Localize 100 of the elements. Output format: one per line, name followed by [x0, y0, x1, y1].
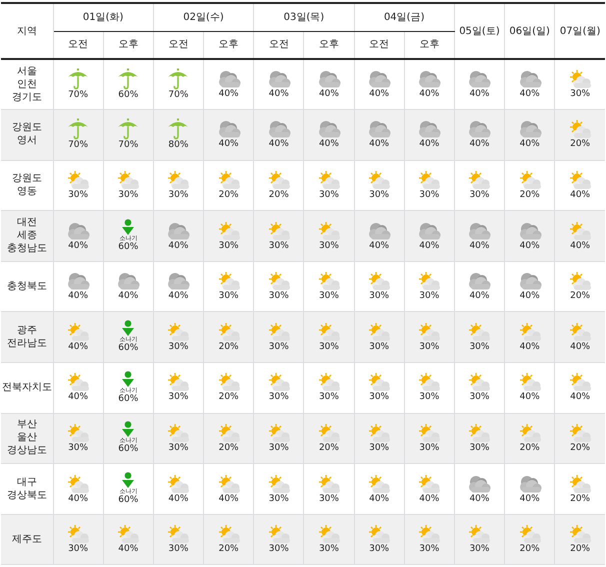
- sun-cloud-icon: [115, 170, 142, 190]
- precipitation-chance: 40%: [168, 291, 188, 302]
- precipitation-chance: 20%: [268, 190, 289, 201]
- precipitation-chance: 30%: [68, 544, 88, 556]
- precipitation-chance: 20%: [520, 544, 540, 556]
- cloud-icon: [65, 220, 92, 241]
- cloud-icon: [416, 69, 442, 90]
- precipitation-chance: 30%: [469, 190, 490, 201]
- sun-cloud-icon: [366, 372, 392, 392]
- precipitation-chance: 30%: [168, 544, 188, 556]
- cloud-icon: [165, 220, 192, 241]
- region-label: 강원도 영동: [12, 172, 42, 198]
- sun-cloud-icon: [567, 170, 594, 190]
- precipitation-chance: 40%: [570, 240, 590, 252]
- precipitation-chance: 40%: [218, 494, 239, 505]
- precipitation-chance: 30%: [369, 190, 390, 201]
- sun-cloud-icon: [567, 69, 594, 90]
- precipitation-chance: 70%: [168, 90, 188, 102]
- precipitation-chance: 30%: [68, 190, 88, 201]
- precipitation-chance: 30%: [419, 392, 440, 404]
- cloud-icon: [65, 271, 92, 292]
- sun-cloud-icon: [366, 422, 392, 443]
- cloud-icon: [466, 271, 492, 292]
- column-header: 오후: [419, 39, 440, 50]
- column-header: 01일(화): [82, 12, 124, 23]
- precipitation-chance: 20%: [570, 494, 590, 505]
- precipitation-chance: 30%: [369, 342, 390, 353]
- precipitation-chance: 30%: [419, 190, 440, 201]
- precipitation-chance: 20%: [570, 291, 590, 302]
- precipitation-chance: 20%: [218, 544, 239, 556]
- region-label: 광주 전라남도: [6, 324, 47, 350]
- precipitation-chance: 20%: [218, 442, 239, 454]
- precipitation-chance: 30%: [318, 240, 339, 252]
- sun-cloud-icon: [416, 372, 442, 392]
- precipitation-chance: 30%: [369, 544, 390, 556]
- precipitation-chance: 30%: [419, 291, 440, 302]
- sun-cloud-icon: [416, 422, 442, 443]
- precipitation-chance: 30%: [469, 342, 490, 353]
- column-header: 03일(목): [284, 12, 324, 23]
- precipitation-chance: 60%: [118, 242, 138, 254]
- precipitation-chance: 20%: [218, 392, 239, 404]
- precipitation-chance: 40%: [520, 291, 540, 302]
- precipitation-chance: 40%: [419, 494, 440, 505]
- precipitation-chance: 60%: [118, 343, 138, 354]
- precipitation-chance: 30%: [268, 392, 289, 404]
- precipitation-chance: 40%: [68, 240, 88, 252]
- drop-arrow-icon: [121, 472, 136, 488]
- sun-cloud-icon: [567, 422, 594, 443]
- cloud-icon: [466, 119, 492, 140]
- precipitation-chance: 20%: [218, 190, 239, 201]
- column-header: 04일(금): [384, 12, 424, 23]
- sun-cloud-icon: [65, 322, 92, 342]
- precipitation-chance: 30%: [268, 240, 289, 252]
- sun-cloud-icon: [165, 524, 192, 544]
- sun-cloud-icon: [567, 271, 594, 292]
- cloud-icon: [466, 474, 492, 494]
- precipitation-chance: 20%: [318, 442, 339, 454]
- precipitation-chance: 30%: [318, 291, 339, 302]
- drop-arrow-icon: [121, 219, 136, 236]
- sun-cloud-icon: [165, 372, 192, 392]
- column-header: 오후: [118, 39, 138, 50]
- column-header: 오전: [369, 39, 390, 50]
- precipitation-chance: 30%: [268, 494, 289, 505]
- sun-cloud-icon: [567, 322, 594, 342]
- region-label: 강원도 영서: [12, 121, 42, 148]
- precipitation-chance: 30%: [469, 392, 490, 404]
- drop-arrow-icon: [121, 320, 136, 336]
- precipitation-chance: 80%: [168, 140, 188, 152]
- sun-cloud-icon: [567, 119, 594, 140]
- column-header: 오전: [168, 39, 188, 50]
- precipitation-chance: 30%: [68, 442, 88, 454]
- precipitation-chance: 40%: [168, 240, 188, 252]
- precipitation-chance: 30%: [168, 190, 188, 201]
- sun-cloud-icon: [466, 422, 492, 443]
- precipitation-chance: 40%: [118, 291, 138, 302]
- precipitation-chance: 20%: [570, 139, 590, 150]
- sun-cloud-icon: [567, 474, 594, 494]
- precipitation-chance: 40%: [520, 392, 540, 404]
- precipitation-chance: 30%: [268, 544, 289, 556]
- region-label: 대구 경상북도: [6, 476, 47, 502]
- cloud-icon: [366, 220, 392, 241]
- sun-cloud-icon: [65, 170, 92, 190]
- precipitation-chance: 30%: [318, 342, 339, 353]
- precipitation-chance: 40%: [570, 392, 590, 404]
- precipitation-chance: 30%: [369, 291, 390, 302]
- sun-cloud-icon: [165, 474, 192, 494]
- precipitation-chance: 40%: [419, 139, 440, 150]
- precipitation-chance: 40%: [520, 139, 540, 150]
- column-header: 오전: [68, 39, 88, 50]
- sun-cloud-icon: [115, 524, 142, 544]
- precipitation-chance: 30%: [419, 342, 440, 353]
- column-header: 오후: [318, 39, 339, 50]
- sun-cloud-icon: [466, 322, 492, 342]
- precipitation-chance: 40%: [419, 240, 440, 252]
- sun-cloud-icon: [416, 524, 442, 544]
- precipitation-chance: 40%: [268, 89, 289, 100]
- sun-cloud-icon: [567, 220, 594, 241]
- precipitation-chance: 20%: [218, 342, 239, 353]
- precipitation-chance: 40%: [469, 291, 490, 302]
- sun-cloud-icon: [466, 372, 492, 392]
